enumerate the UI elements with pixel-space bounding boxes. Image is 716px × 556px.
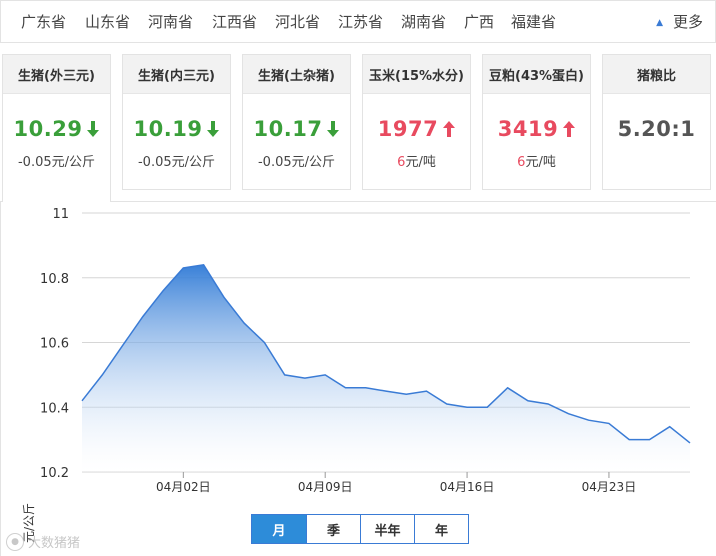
arrow-up-icon [443,118,456,142]
x-tick-label: 04月02日 [156,480,211,494]
x-tick-label: 04月16日 [440,480,495,494]
tab-hunan[interactable]: 湖南省 [401,11,446,32]
caret-up-icon: ▲ [656,18,663,28]
card-price: 10.17 [243,117,350,142]
card-price: 5.20:1 [603,117,710,141]
tab-henan[interactable]: 河南省 [148,11,193,32]
x-tick-label: 04月09日 [298,480,353,494]
price-value: 5.20:1 [617,117,696,141]
card-price: 10.19 [123,117,230,142]
card-title: 玉米(15%水分) [363,55,470,94]
tab-fujian[interactable]: 福建省 [511,11,556,32]
more-label: 更多 [672,13,703,31]
card-title: 猪粮比 [603,55,710,94]
arrow-down-icon [87,118,100,142]
card-title: 生猪(外三元) [3,55,110,94]
y-tick-label: 10.6 [40,337,69,352]
y-tick-label: 11 [52,207,69,222]
price-card-pig-external[interactable]: 生猪(外三元) 10.29 -0.05元/公斤 [2,54,111,202]
province-tabs: 广东省 山东省 河南省 江西省 河北省 江苏省 湖南省 广西 福建省 ▲ 更多 [0,0,716,43]
price-chart: 10.2 10.4 10.6 10.8 11 04月02日 04月09日 04月16日 04月2… [40,207,691,494]
period-halfyear-button[interactable]: 半年 [360,515,414,543]
price-card-soybean-meal[interactable]: 豆粕(43%蛋白) 3419 6元/吨 [482,54,591,190]
series-area [82,264,690,472]
price-card-pig-local[interactable]: 生猪(土杂猪) 10.17 -0.05元/公斤 [242,54,351,190]
arrow-up-icon [563,118,576,142]
arrow-down-icon [207,118,220,142]
period-year-button[interactable]: 年 [414,515,468,543]
price-card-pig-grain-ratio[interactable]: 猪粮比 5.20:1 [602,54,711,190]
y-tick-label: 10.4 [40,401,69,416]
change-unit: 元/吨 [405,155,436,170]
price-value: 1977 [377,117,439,141]
period-month-button[interactable]: 月 [252,515,306,543]
tab-shandong[interactable]: 山东省 [85,11,130,32]
tab-jiangsu[interactable]: 江苏省 [338,11,383,32]
y-tick-label: 10.8 [40,272,69,287]
change-unit: 元/吨 [525,155,556,170]
price-change: -0.05元/公斤 [17,155,96,170]
price-value: 10.17 [253,117,323,141]
card-price: 10.29 [3,117,110,142]
card-title: 生猪(内三元) [123,55,230,94]
price-change: 6元/吨 [363,151,470,170]
price-change: -0.05元/公斤 [137,155,216,170]
card-title: 生猪(土杂猪) [243,55,350,94]
x-tick-label: 04月23日 [582,480,637,494]
tab-jiangxi[interactable]: 江西省 [212,11,257,32]
tab-guangdong[interactable]: 广东省 [21,11,66,32]
price-value: 10.19 [133,117,203,141]
period-selector: 月 季 半年 年 [251,514,469,544]
price-value: 3419 [497,117,559,141]
tab-guangxi[interactable]: 广西 [464,11,494,32]
price-chart-panel: 10.2 10.4 10.6 10.8 11 04月02日 04月09日 04月16日 04月2… [0,201,716,556]
arrow-down-icon [327,118,340,142]
y-tick-label: 10.2 [40,466,69,481]
watermark-logo-icon: ● [6,532,24,551]
card-price: 3419 [483,117,590,142]
tab-hebei[interactable]: 河北省 [275,11,320,32]
card-title: 豆粕(43%蛋白) [483,55,590,94]
price-change: -0.05元/公斤 [257,155,336,170]
more-button[interactable]: ▲ 更多 [656,11,703,32]
price-change: 6元/吨 [483,151,590,170]
period-quarter-button[interactable]: 季 [306,515,360,543]
price-value: 10.29 [13,117,83,141]
watermark: ● 大数猪猪 [6,532,80,551]
card-price: 1977 [363,117,470,142]
price-card-pig-internal[interactable]: 生猪(内三元) 10.19 -0.05元/公斤 [122,54,231,190]
watermark-text: 大数猪猪 [28,536,81,551]
price-card-corn[interactable]: 玉米(15%水分) 1977 6元/吨 [362,54,471,190]
